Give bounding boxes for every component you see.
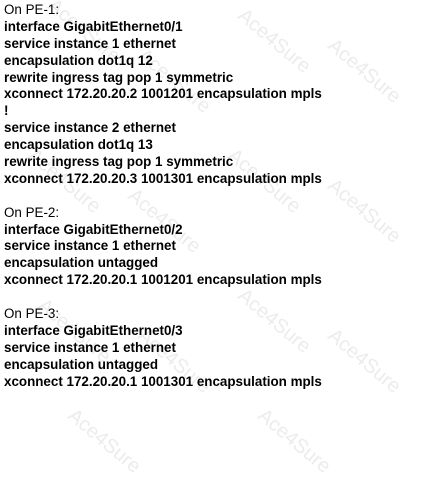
config-line: encapsulation untagged [4, 356, 159, 372]
section-header-pe1: On PE-1: [4, 2, 60, 17]
watermark: Ace4Sure [323, 34, 405, 108]
config-line: encapsulation dot1q 13 [4, 137, 153, 153]
config-line: xconnect 172.20.20.2 1001201 encapsulati… [4, 86, 322, 102]
watermark: Ace4Sure [323, 324, 405, 398]
config-line: encapsulation untagged [4, 255, 159, 271]
config-line: rewrite ingress tag pop 1 symmetric [4, 69, 234, 85]
config-line: service instance 2 ethernet [4, 120, 176, 136]
config-line: interface GigabitEthernet0/1 [4, 18, 183, 34]
config-line: interface GigabitEthernet0/2 [4, 221, 183, 237]
config-line: encapsulation dot1q 12 [4, 52, 153, 68]
config-line: xconnect 172.20.20.3 1001301 encapsulati… [4, 170, 322, 186]
config-text: On PE-1: interface GigabitEthernet0/1 se… [4, 2, 322, 390]
config-line: service instance 1 ethernet [4, 339, 176, 355]
config-line: xconnect 172.20.20.1 1001201 encapsulati… [4, 272, 322, 288]
config-line: ! [4, 103, 9, 119]
config-line: rewrite ingress tag pop 1 symmetric [4, 154, 234, 170]
config-line: interface GigabitEthernet0/3 [4, 322, 183, 338]
watermark: Ace4Sure [323, 174, 405, 248]
section-header-pe2: On PE-2: [4, 204, 60, 220]
watermark: Ace4Sure [253, 404, 335, 478]
config-line: xconnect 172.20.20.1 1001301 encapsulati… [4, 373, 322, 389]
config-line: service instance 1 ethernet [4, 35, 176, 51]
watermark: Ace4Sure [63, 404, 145, 478]
section-header-pe3: On PE-3: [4, 306, 60, 322]
config-document: Ace4Sure Ace4Sure Ace4Sure Ace4Sure Ace4… [0, 0, 427, 484]
config-line: service instance 1 ethernet [4, 238, 176, 254]
